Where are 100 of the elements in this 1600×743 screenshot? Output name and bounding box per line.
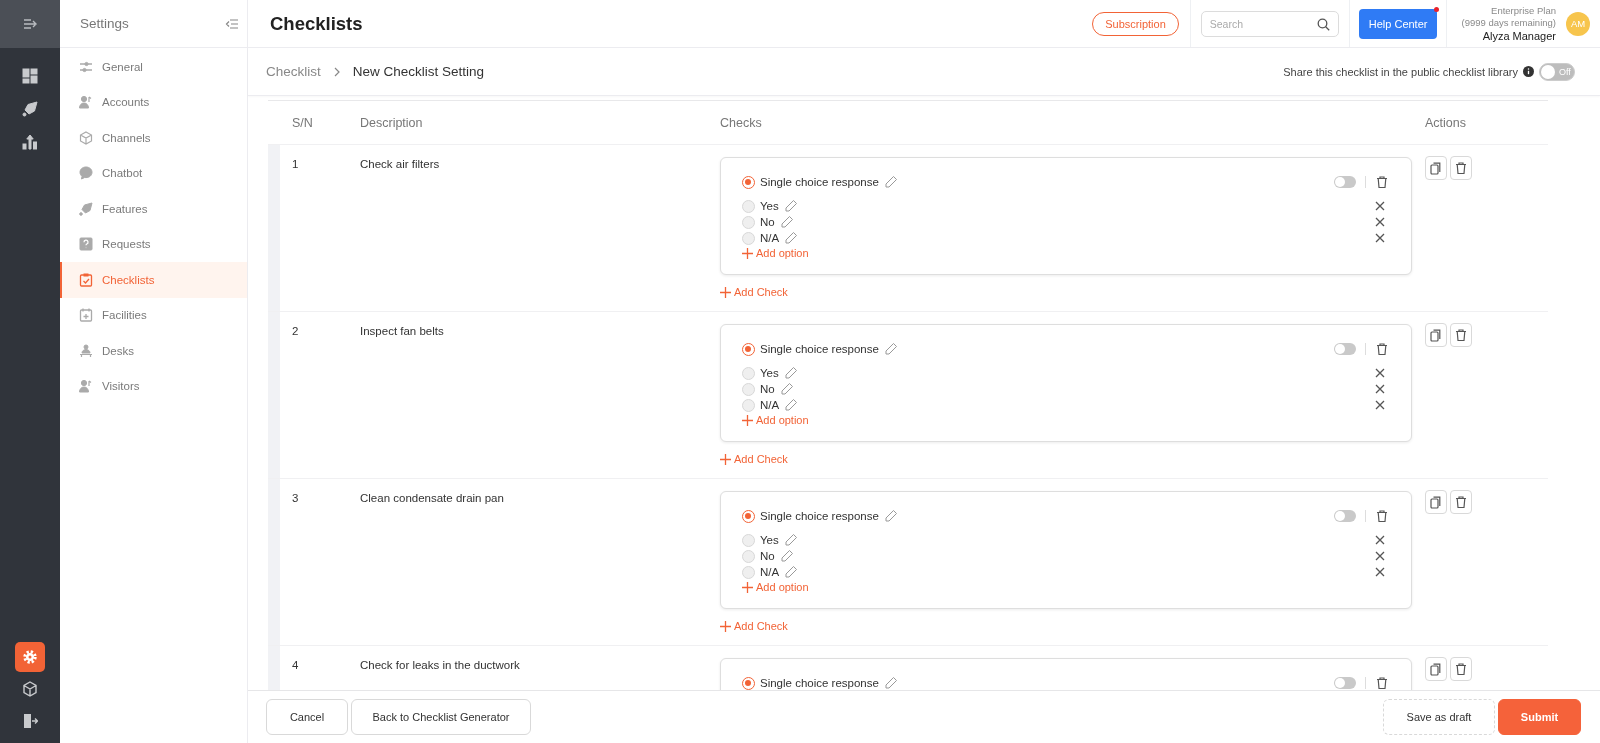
remove-option-button[interactable] [1374, 383, 1386, 395]
toggle-switch[interactable] [1334, 677, 1356, 689]
pencil-icon [883, 342, 898, 356]
copy-row-button[interactable] [1425, 323, 1447, 347]
option-label: Yes [760, 200, 779, 212]
remove-option-button[interactable] [1374, 566, 1386, 578]
delete-row-button[interactable] [1450, 156, 1472, 180]
info-icon [1523, 66, 1534, 77]
search-icon [1316, 17, 1330, 31]
column-header: S/N [291, 115, 314, 130]
dashboard-icon [22, 68, 38, 84]
pencil-icon [883, 175, 898, 189]
calendar-plus-icon [79, 308, 93, 323]
option-label: No [760, 383, 775, 395]
page-title: Checklists [270, 12, 364, 35]
response-type-label: Single choice response [760, 510, 879, 522]
add-check-link[interactable]: Add Check [720, 620, 788, 632]
pencil-icon [784, 231, 799, 245]
row-number: 3 [292, 492, 299, 504]
remove-option-button[interactable] [1374, 367, 1386, 379]
plus-icon [720, 453, 731, 465]
help-square-icon [79, 237, 93, 252]
row-number: 2 [292, 325, 299, 337]
pencil-icon [883, 676, 898, 690]
subscription-button[interactable]: Subscription [1092, 11, 1179, 36]
remove-option-button[interactable] [1374, 216, 1386, 228]
trash-icon [1454, 495, 1468, 509]
back-button[interactable]: Back to Checklist Generator [351, 699, 531, 735]
settings-nav-item[interactable]: Checklists [60, 262, 247, 298]
trash-icon [1375, 175, 1389, 189]
remove-option-button[interactable] [1374, 399, 1386, 411]
close-icon [1374, 216, 1386, 228]
trash-icon [1454, 328, 1468, 342]
settings-nav-item[interactable]: Accounts [60, 84, 247, 120]
delete-row-button[interactable] [1450, 657, 1472, 681]
settings-nav-item[interactable]: Features [60, 191, 247, 227]
toggle-switch[interactable] [1334, 343, 1356, 355]
trash-icon [1454, 662, 1468, 676]
delete-check-button[interactable] [1375, 342, 1389, 356]
pencil-icon [783, 199, 798, 213]
delete-check-button[interactable] [1375, 509, 1389, 523]
save-draft-button[interactable]: Save as draft [1383, 699, 1495, 735]
add-option-link[interactable]: Add option [742, 414, 809, 426]
copy-row-button[interactable] [1425, 156, 1447, 180]
add-check-link[interactable]: Add Check [720, 453, 788, 465]
settings-nav-item[interactable]: Channels [60, 120, 247, 156]
description-text: Inspect fan belts [360, 325, 444, 337]
toggle-switch[interactable] [1334, 176, 1356, 188]
response-type-label: Single choice response [760, 677, 879, 689]
remove-option-button[interactable] [1374, 550, 1386, 562]
breadcrumb-link[interactable]: Checklist [266, 64, 321, 79]
users-icon [79, 379, 93, 394]
radio-button[interactable] [742, 509, 755, 523]
radio-button[interactable] [742, 676, 755, 690]
plus-icon [720, 286, 731, 298]
settings-nav-item[interactable]: Facilities [60, 297, 247, 333]
people-desk-icon [79, 343, 93, 358]
collapse-icon [225, 16, 239, 31]
plan-name: Enterprise Plan [1491, 4, 1556, 18]
copy-row-button[interactable] [1425, 490, 1447, 514]
remove-option-button[interactable] [1374, 200, 1386, 212]
delete-row-button[interactable] [1450, 490, 1472, 514]
remove-option-button[interactable] [1374, 232, 1386, 244]
delete-check-button[interactable] [1375, 175, 1389, 189]
trash-icon [1375, 676, 1389, 690]
add-option-link[interactable]: Add option [742, 247, 809, 259]
plus-icon [720, 620, 731, 632]
copy-icon [1430, 161, 1442, 175]
radio-button[interactable] [742, 342, 755, 356]
row-number: 4 [292, 659, 299, 671]
copy-row-button[interactable] [1425, 657, 1447, 681]
delete-check-button[interactable] [1375, 676, 1389, 690]
cancel-button[interactable]: Cancel [266, 699, 348, 735]
settings-nav-item[interactable]: Visitors [60, 368, 247, 404]
close-icon [1374, 550, 1386, 562]
settings-nav-item[interactable]: General [60, 49, 247, 85]
add-option-link[interactable]: Add option [742, 581, 809, 593]
trash-icon [1375, 509, 1389, 523]
settings-nav-item[interactable]: Requests [60, 226, 247, 262]
plus-icon [742, 414, 753, 426]
help-center-button[interactable]: Help Center [1358, 8, 1438, 39]
remove-option-button[interactable] [1374, 534, 1386, 546]
delete-row-button[interactable] [1450, 323, 1472, 347]
column-header: Description [360, 115, 424, 130]
trash-icon [1375, 342, 1389, 356]
radio-button[interactable] [742, 175, 755, 189]
settings-nav-item[interactable]: Desks [60, 333, 247, 369]
rail-nav-button[interactable] [15, 642, 45, 672]
submit-button[interactable]: Submit [1498, 699, 1581, 735]
close-icon [1374, 200, 1386, 212]
add-check-link[interactable]: Add Check [720, 286, 788, 298]
close-icon [1374, 534, 1386, 546]
settings-nav-item[interactable]: Chatbot [60, 155, 247, 191]
close-icon [1374, 566, 1386, 578]
close-icon [1374, 399, 1386, 411]
settings-icon [22, 649, 38, 665]
panel-title: Settings [80, 16, 129, 31]
copy-icon [1430, 328, 1442, 342]
search-field[interactable]: Search [1200, 10, 1339, 37]
toggle-switch[interactable] [1334, 510, 1356, 522]
